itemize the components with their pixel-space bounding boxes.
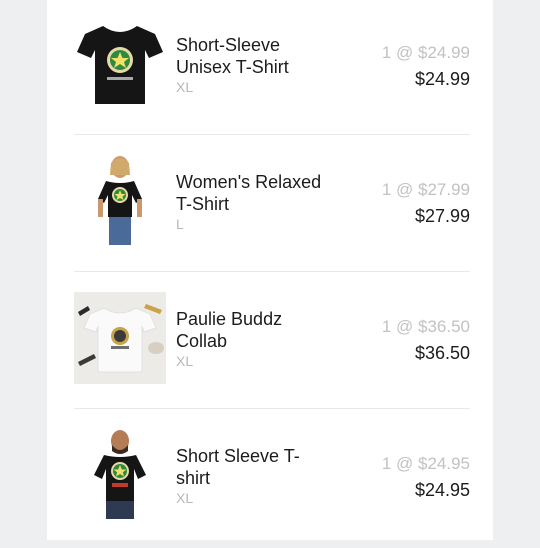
cart-item[interactable]: Women's Relaxed T-Shirt L 1 @ $27.99 $27…	[74, 137, 470, 274]
product-name-text[interactable]: Paulie Buddz Collab	[176, 309, 282, 351]
product-image-woman-tshirt[interactable]	[74, 155, 166, 247]
product-name-text[interactable]: Women's Relaxed T-Shirt	[176, 172, 321, 214]
model-photo-icon	[94, 430, 146, 519]
product-variant: XL	[176, 79, 194, 95]
cart-item[interactable]: Paulie Buddz Collab XL 1 @ $36.50 $36.50	[74, 274, 470, 411]
product-name[interactable]: Women's Relaxed T-Shirt L	[176, 171, 326, 233]
flatlay-photo-icon	[74, 292, 166, 384]
model-photo-icon	[98, 156, 142, 245]
quantity-price: 1 @ $24.99	[381, 43, 470, 62]
tshirt-icon	[77, 26, 163, 104]
product-image-man-tshirt[interactable]	[74, 429, 166, 521]
cart-item[interactable]: Short Sleeve T-shirt XL 1 @ $24.95 $24.9…	[74, 411, 470, 548]
divider	[74, 134, 470, 135]
product-name-text[interactable]: Short Sleeve T-shirt	[176, 446, 300, 488]
divider	[74, 271, 470, 272]
line-total: $24.95	[414, 480, 470, 500]
line-total: $27.99	[414, 206, 470, 226]
quantity-price: 1 @ $24.95	[381, 454, 470, 473]
line-total: $36.50	[414, 343, 470, 363]
divider	[74, 408, 470, 409]
product-variant: XL	[176, 353, 194, 369]
product-variant: XL	[176, 490, 194, 506]
line-total: $24.99	[414, 69, 470, 89]
product-image-black-tshirt[interactable]	[74, 18, 166, 110]
product-name-text[interactable]: Short-Sleeve Unisex T-Shirt	[176, 35, 289, 77]
cart-item[interactable]: Short-Sleeve Unisex T-Shirt XL 1 @ $24.9…	[74, 0, 470, 137]
product-name[interactable]: Short-Sleeve Unisex T-Shirt XL	[176, 34, 326, 96]
quantity-price: 1 @ $36.50	[381, 317, 470, 336]
product-name[interactable]: Short Sleeve T-shirt XL	[176, 445, 326, 507]
cart-panel: Short-Sleeve Unisex T-Shirt XL 1 @ $24.9…	[47, 0, 493, 540]
product-name[interactable]: Paulie Buddz Collab XL	[176, 308, 326, 370]
product-variant: L	[176, 216, 184, 232]
product-image-white-tshirt[interactable]	[74, 292, 166, 384]
quantity-price: 1 @ $27.99	[381, 180, 470, 199]
